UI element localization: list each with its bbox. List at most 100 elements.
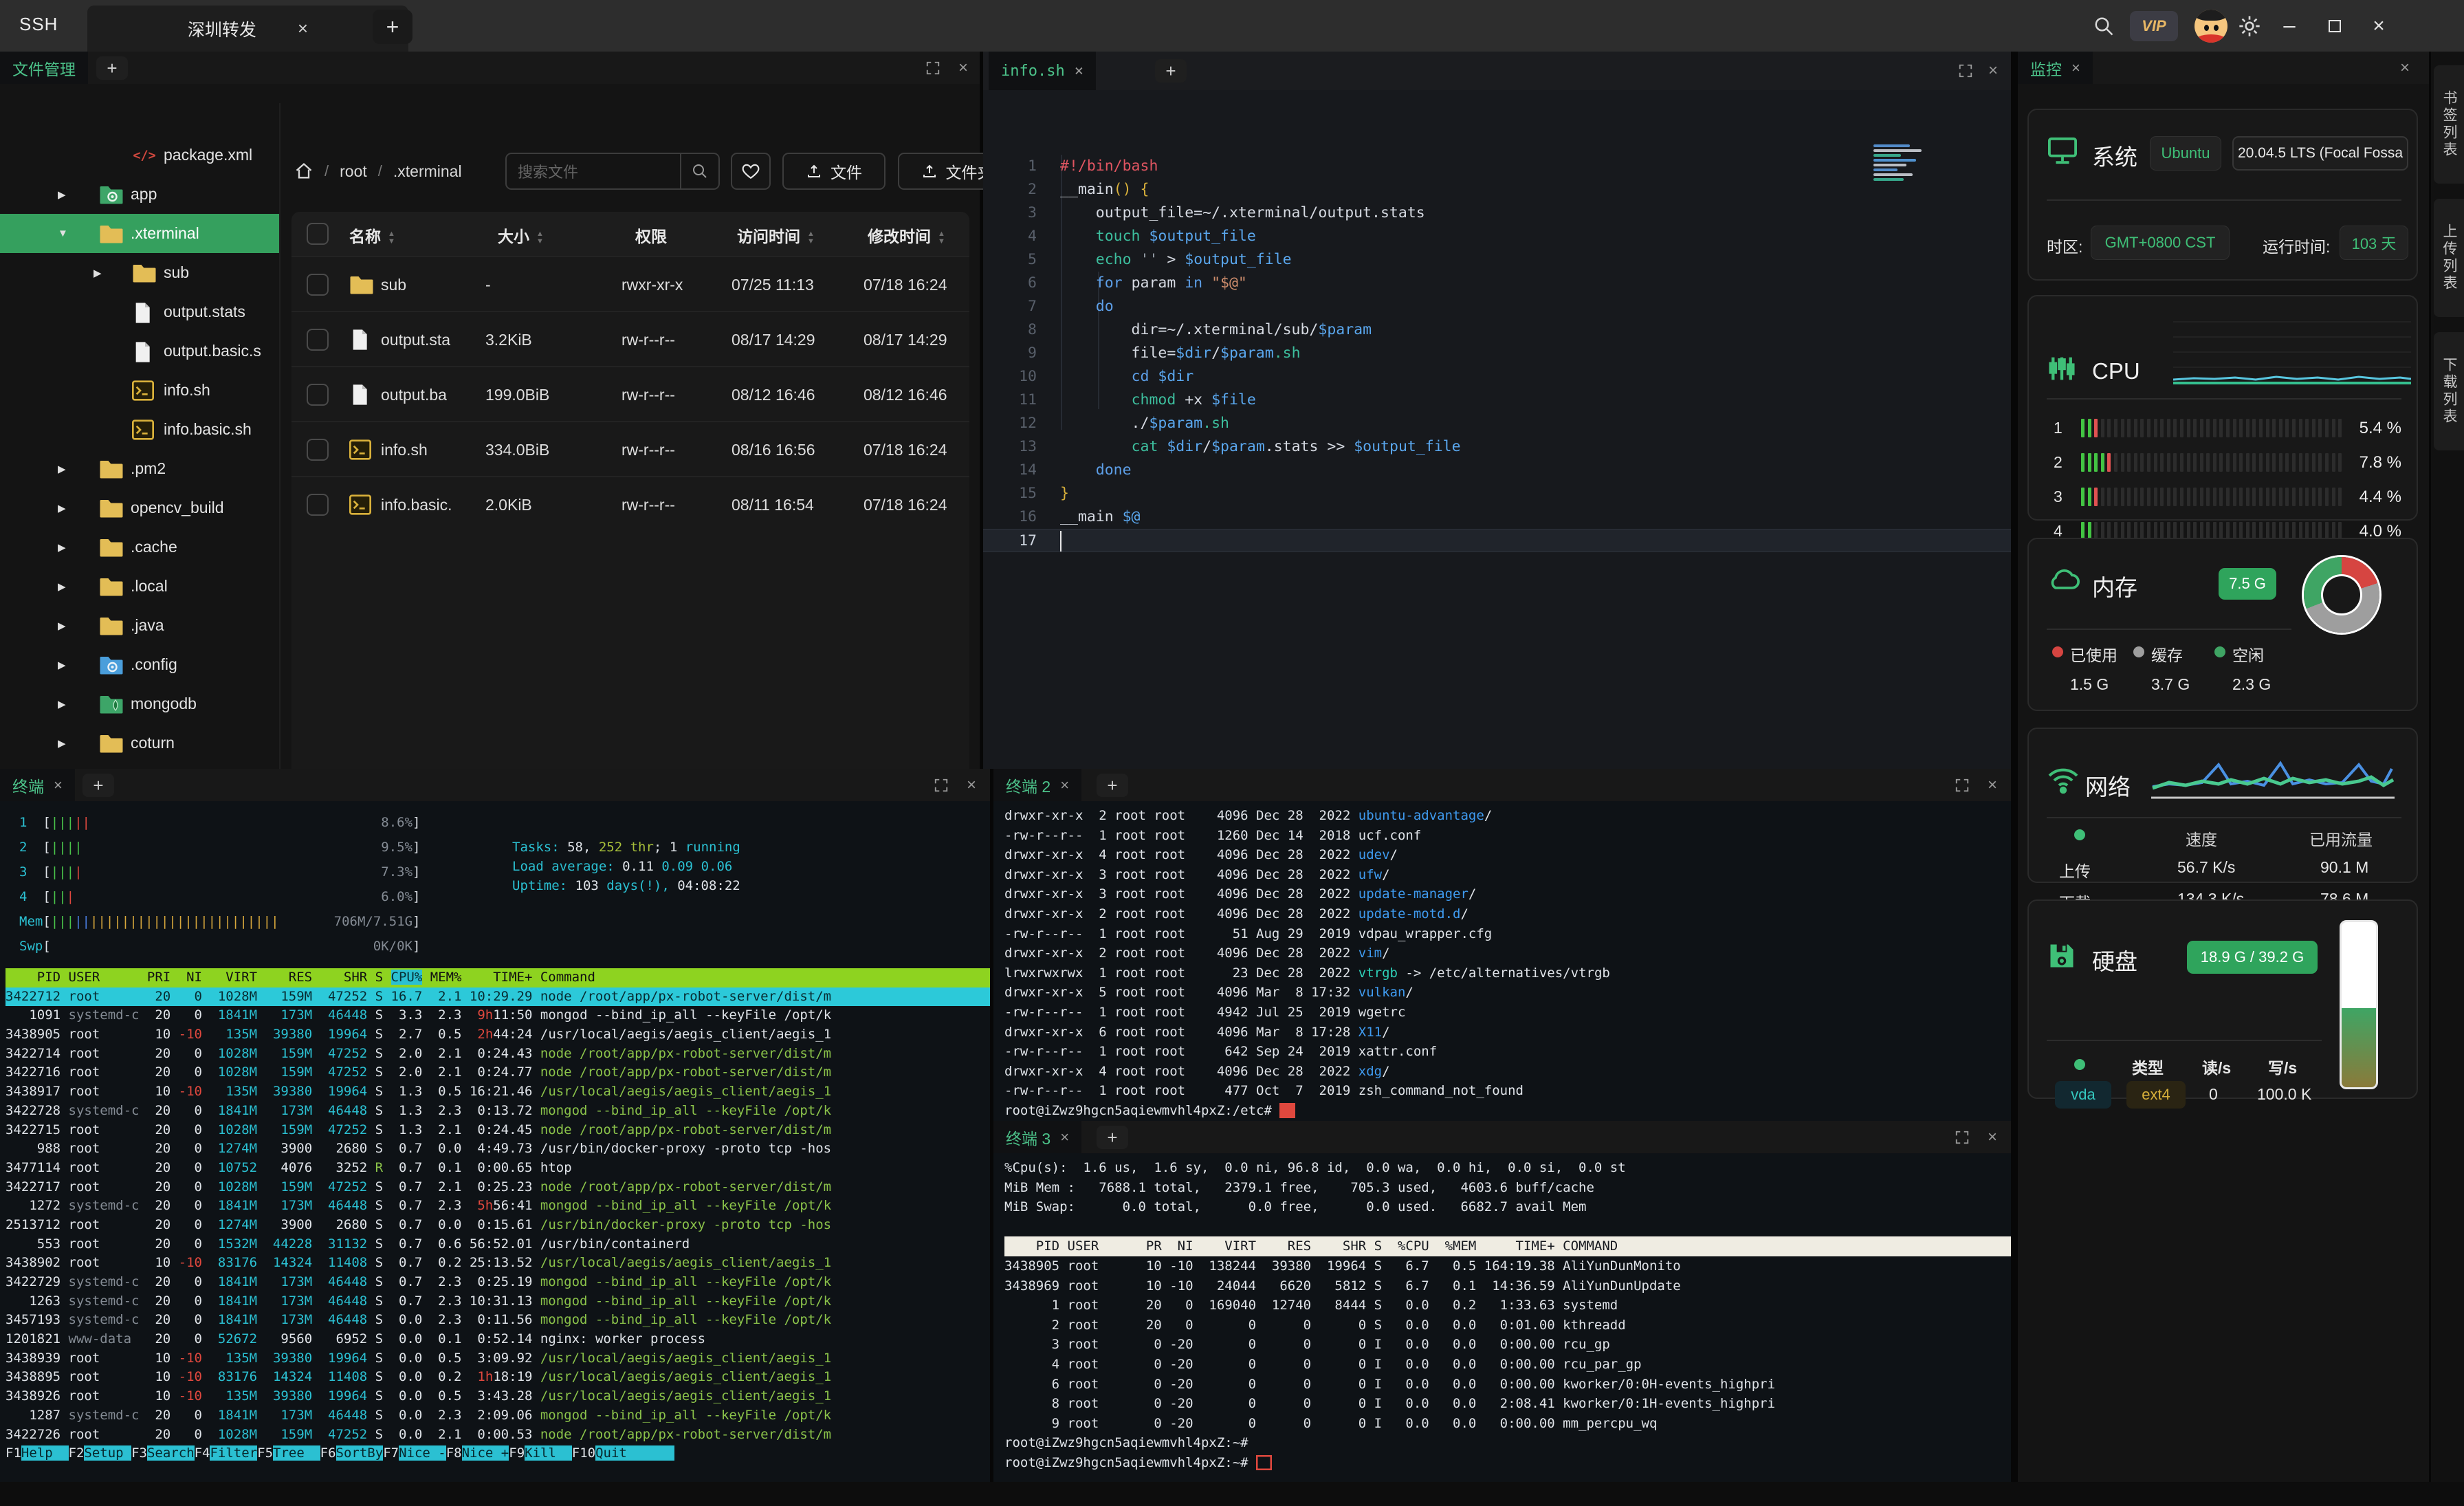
terminal-2-expand-icon[interactable] (1950, 776, 1974, 795)
tree-caret-icon[interactable]: ▶ (58, 541, 66, 554)
tree-item-coturn[interactable]: ▶ coturn (0, 723, 279, 763)
new-session-button[interactable]: + (373, 10, 412, 44)
terminal-3-close-icon[interactable]: × (1981, 1128, 2004, 1147)
row-checkbox[interactable] (307, 494, 329, 516)
terminal-2-tab-close-icon[interactable]: × (1060, 776, 1069, 794)
tree-item-info.sh[interactable]: info.sh (0, 371, 279, 410)
terminal-1-tab-close-icon[interactable]: × (54, 776, 63, 794)
settings-gear-icon[interactable] (2236, 12, 2263, 40)
tab-info-sh[interactable]: info.sh × (989, 52, 1096, 90)
tree-caret-icon[interactable]: ▶ (58, 620, 66, 632)
monitor-tab-close-icon[interactable]: × (2071, 59, 2080, 77)
code-line-1: 1 #!/bin/bash (983, 155, 2011, 178)
tab-monitor[interactable]: 监控 × (2018, 52, 2093, 84)
tab-bookmark-list[interactable]: 书签列表 (2434, 65, 2464, 184)
col-perm[interactable]: 权限 (635, 223, 667, 247)
terminal-3-new-tab-button[interactable]: + (1097, 1126, 1128, 1149)
breadcrumb-root[interactable]: root (340, 162, 367, 181)
code-editor[interactable]: 1 #!/bin/bash 2 __main() {3 output_file=~/.… (983, 100, 2011, 769)
terminal-3-tab-close-icon[interactable]: × (1060, 1128, 1069, 1146)
search-file-input[interactable]: 搜索文件 (505, 153, 720, 190)
line-number: 16 (1019, 508, 1037, 525)
session-tab[interactable]: 深圳转发 × (87, 6, 408, 52)
terminal-1-panel[interactable]: 终端 × + × 1 [||||| 8.6%] 2 [|||| 9.5%] 3 [||… (0, 769, 990, 1482)
row-checkbox[interactable] (307, 329, 329, 351)
tab-file-manager[interactable]: 文件管理 (0, 52, 88, 84)
file-row-info.basic.[interactable]: info.basic. 2.0KiB rw-r--r-- 08/11 16:54 07/… (292, 476, 969, 531)
file-panel-close-icon[interactable]: × (952, 58, 975, 78)
tree-item-mongodb[interactable]: ▶ mongodb (0, 684, 279, 723)
terminal-1-new-tab-button[interactable]: + (82, 774, 114, 797)
tree-caret-icon[interactable]: ▶ (58, 580, 66, 593)
tree-item-opencv_build[interactable]: ▶ opencv_build (0, 488, 279, 527)
editor-panel: info.sh × + × 1 #!/bin/bash 2 __main() {3 ou… (983, 52, 2011, 769)
row-checkbox[interactable] (307, 439, 329, 461)
search-icon[interactable] (2090, 12, 2118, 40)
terminal-2-new-tab-button[interactable]: + (1097, 774, 1128, 797)
col-atime[interactable]: 访问时间 ▲ ▼ (737, 223, 815, 247)
row-checkbox[interactable] (307, 274, 329, 296)
tree-item-.java[interactable]: ▶ .java (0, 606, 279, 645)
minimize-button[interactable] (2277, 15, 2302, 37)
tree-item-package.xml[interactable]: </> package.xml (0, 135, 279, 175)
breadcrumb[interactable]: / root / .xterminal (294, 153, 462, 190)
terminal-3-panel[interactable]: 终端 3 × + × %Cpu(s): 1.6 us, 1.6 sy, 0.0 n… (993, 1121, 2011, 1482)
tree-caret-icon[interactable]: ▶ (58, 502, 66, 514)
breadcrumb-cwd[interactable]: .xterminal (393, 162, 462, 181)
tree-item-.xterminal[interactable]: ▼ .xterminal (0, 214, 279, 253)
tab-terminal-2[interactable]: 终端 2 × (993, 769, 1082, 801)
file-tree[interactable]: </> package.xml ▶ app ▼ .xterminal ▶ sub output.… (0, 135, 279, 820)
tree-item-info.basic.sh[interactable]: info.basic.sh (0, 410, 279, 449)
file-row-output.ba[interactable]: output.ba 199.0BiB rw-r--r-- 08/12 16:46 08/… (292, 366, 969, 421)
tree-item-.cache[interactable]: ▶ .cache (0, 527, 279, 567)
tree-item-.local[interactable]: ▶ .local (0, 567, 279, 606)
file-panel-expand-icon[interactable] (921, 58, 945, 78)
terminal-1-close-icon[interactable]: × (960, 776, 983, 795)
tree-caret-icon[interactable]: ▶ (58, 188, 66, 201)
tab-upload-list[interactable]: 上传列表 (2434, 199, 2464, 317)
terminal-3-expand-icon[interactable] (1950, 1128, 1974, 1147)
tree-caret-icon[interactable]: ▶ (58, 463, 66, 475)
session-tab-close-icon[interactable]: × (298, 18, 308, 39)
tree-item-.config[interactable]: ▶ .config (0, 645, 279, 684)
tab-terminal-3[interactable]: 终端 3 × (993, 1121, 1082, 1153)
upload-file-button[interactable]: 文件 (782, 153, 886, 190)
editor-expand-icon[interactable] (1954, 61, 1977, 80)
search-file-icon[interactable] (680, 154, 718, 188)
file-row-info.sh[interactable]: info.sh 334.0BiB rw-r--r-- 08/16 16:56 07/18… (292, 421, 969, 476)
tree-caret-icon[interactable]: ▶ (58, 737, 66, 750)
tree-item-.pm2[interactable]: ▶ .pm2 (0, 449, 279, 488)
editor-new-tab-button[interactable]: + (1155, 59, 1187, 83)
select-all-checkbox[interactable] (307, 223, 329, 245)
tree-item-output.basic.s[interactable]: output.basic.s (0, 331, 279, 371)
file-row-output.sta[interactable]: output.sta 3.2KiB rw-r--r-- 08/17 14:29 08/1… (292, 311, 969, 366)
monitor-panel-close-icon[interactable]: × (2393, 58, 2417, 78)
tree-item-app[interactable]: ▶ app (0, 175, 279, 214)
tree-caret-icon[interactable]: ▶ (94, 267, 102, 279)
close-button[interactable]: × (2366, 14, 2391, 37)
file-manager-new-tab-button[interactable]: + (96, 56, 128, 80)
col-name[interactable]: 名称 ▲ ▼ (349, 223, 395, 247)
row-checkbox[interactable] (307, 384, 329, 406)
tab-terminal-1[interactable]: 终端 × (0, 769, 75, 801)
editor-tab-close-icon[interactable]: × (1075, 63, 1084, 80)
avatar[interactable] (2194, 10, 2228, 43)
tree-item-sub[interactable]: ▶ sub (0, 253, 279, 292)
tree-caret-icon[interactable]: ▶ (58, 659, 66, 671)
tree-caret-icon[interactable]: ▶ (58, 698, 66, 710)
tab-download-list[interactable]: 下载列表 (2434, 332, 2464, 450)
home-icon[interactable] (294, 162, 314, 181)
editor-close-icon[interactable]: × (1981, 61, 2005, 80)
col-mtime[interactable]: 修改时间 ▲ ▼ (868, 223, 945, 247)
terminal-2-close-icon[interactable]: × (1981, 776, 2004, 795)
favorite-button[interactable] (731, 153, 771, 190)
col-size[interactable]: 大小 ▲ ▼ (498, 223, 544, 247)
file-row-sub[interactable]: sub - rwxr-xr-x 07/25 11:13 07/18 16:24 (292, 256, 969, 311)
terminal-2-panel[interactable]: 终端 2 × + × drwxr-xr-x 2 root root 4096 De… (993, 769, 2011, 1121)
terminal-1-expand-icon[interactable] (930, 776, 953, 795)
vip-badge[interactable]: VIP (2130, 11, 2178, 41)
tree-caret-icon[interactable]: ▼ (58, 228, 68, 239)
maximize-button[interactable] (2322, 15, 2347, 37)
tree-item-output.stats[interactable]: output.stats (0, 292, 279, 331)
htop-function-bar[interactable]: F1Help F2Setup F3SearchF4FilterF5Tree F6… (0, 1445, 990, 1461)
